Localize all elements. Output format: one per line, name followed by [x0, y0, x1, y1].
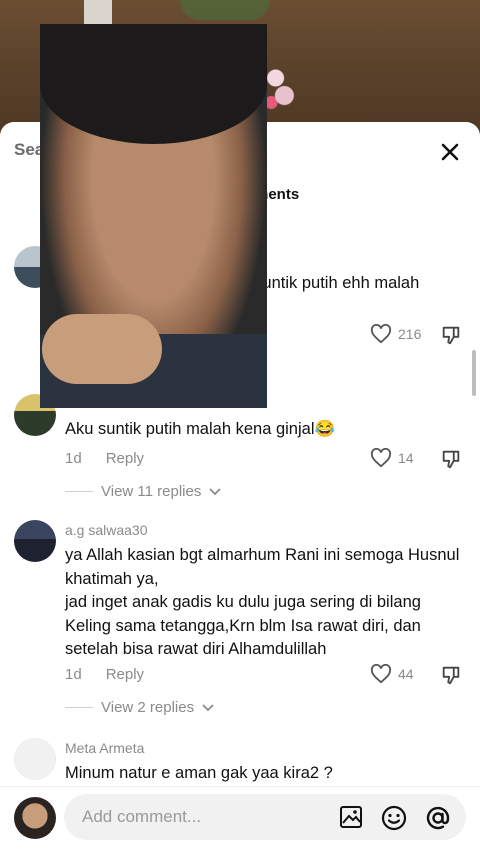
hand — [42, 314, 162, 384]
heart-icon — [370, 664, 392, 684]
comment-text: Minum natur e aman gak yaa kira2 ? — [65, 764, 333, 782]
comment-input-bar: Add comment... — [0, 786, 480, 854]
add-comment-field[interactable]: Add comment... — [64, 794, 466, 840]
thumbs-down-icon — [442, 450, 460, 469]
comment-text: ya Allah kasian bgt almarhum Rani ini se… — [65, 546, 460, 658]
like-button[interactable]: 44 — [370, 664, 414, 684]
at-sign-icon — [426, 806, 450, 830]
my-avatar — [14, 797, 56, 839]
heart-icon — [370, 448, 392, 468]
avatar[interactable] — [14, 738, 56, 780]
mention-button[interactable] — [424, 804, 452, 832]
comment-meta: 1d Reply — [65, 450, 144, 467]
close-button[interactable] — [436, 138, 464, 166]
like-button[interactable]: 216 — [370, 324, 421, 344]
like-button[interactable]: 14 — [370, 448, 414, 468]
leaves — [180, 0, 270, 20]
view-replies-button[interactable]: View 2 replies — [65, 699, 214, 716]
like-count: 216 — [398, 326, 422, 342]
divider-line — [65, 491, 93, 492]
image-icon — [340, 806, 362, 828]
divider-line — [65, 707, 93, 708]
comment-username[interactable]: a.g salwaa30 — [65, 522, 148, 538]
reply-button[interactable]: Reply — [106, 450, 144, 467]
chevron-down-icon — [209, 487, 221, 495]
chevron-down-icon — [202, 703, 214, 711]
close-icon — [441, 143, 459, 161]
view-replies-label: View 2 replies — [101, 699, 195, 716]
comment-time: 1d — [65, 666, 82, 683]
comment-time: 1d — [65, 450, 82, 467]
scrollbar[interactable] — [472, 350, 476, 396]
image-button[interactable] — [338, 804, 366, 832]
emoji-button[interactable] — [380, 804, 408, 832]
dislike-button[interactable] — [440, 448, 462, 475]
dislike-button[interactable] — [440, 664, 462, 691]
heart-icon — [370, 324, 392, 344]
reply-button[interactable]: Reply — [106, 666, 144, 683]
view-replies-label: View 11 replies — [101, 483, 202, 500]
like-count: 44 — [398, 666, 414, 682]
face-cam-overlay — [40, 24, 267, 408]
thumbs-down-icon — [442, 326, 460, 345]
smiley-icon — [381, 805, 407, 831]
thumbs-down-icon — [442, 666, 460, 685]
hair — [40, 24, 267, 144]
view-replies-button[interactable]: View 11 replies — [65, 483, 221, 500]
comment-meta: 1d Reply — [65, 666, 144, 683]
like-count: 14 — [398, 450, 414, 466]
dislike-button[interactable] — [440, 324, 462, 351]
add-comment-placeholder: Add comment... — [82, 807, 202, 826]
comment-username[interactable]: Meta Armeta — [65, 740, 144, 756]
avatar[interactable] — [14, 520, 56, 562]
comment-text: Aku suntik putih malah kena ginjal😂 — [65, 420, 336, 438]
